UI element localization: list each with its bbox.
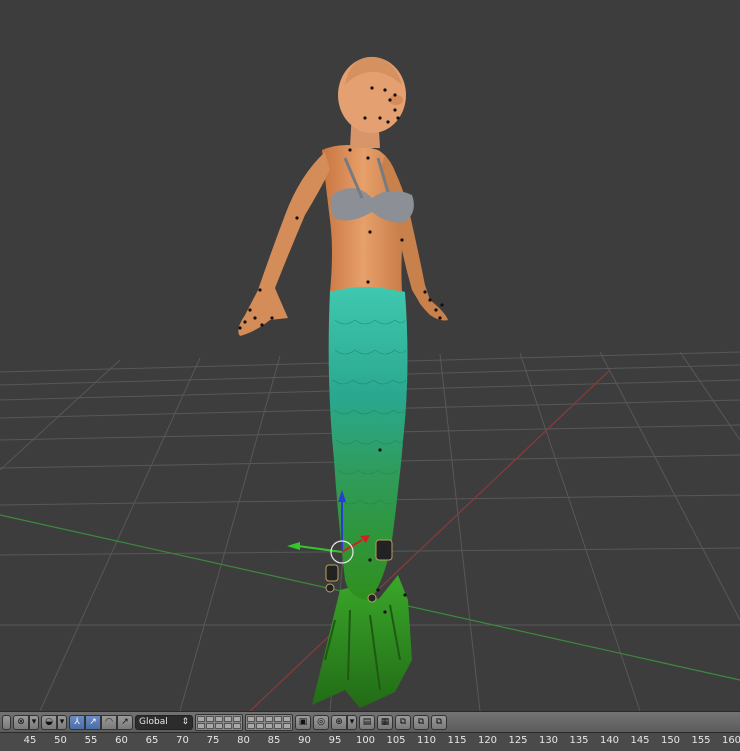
viewport-header: ⊗ ▾ ◒ ▾ ⅄ ↗ ◠ ↗ Global ⇕ ▣ ◎ ⊕ ▾ ▤ ▦ ⧉ ⧉… [0, 711, 740, 732]
pivot-icon[interactable]: ◒ [41, 714, 57, 730]
timeline-tick-label: 135 [569, 735, 589, 746]
timeline-tick-label: 60 [115, 735, 128, 746]
camera-icon[interactable]: ▦ [377, 714, 393, 730]
timeline-tick-label: 100 [355, 735, 376, 746]
timeline-ruler[interactable]: 45 50 55 60 65 70 75 80 85 90 95 100 105 110 115 120 125… [0, 732, 740, 751]
timeline-tick-label: 90 [298, 735, 311, 746]
snap-dropdown-icon[interactable]: ▾ [347, 714, 357, 730]
pose-flip-icon[interactable]: ⧉ [431, 714, 447, 730]
timeline-tick-label: 105 [386, 735, 406, 746]
pose-copy-icon[interactable]: ⧉ [395, 714, 411, 730]
timeline-tick-label: 140 [599, 735, 620, 746]
layers-widget-1[interactable] [195, 713, 243, 731]
shading-dropdown-icon[interactable]: ▾ [29, 714, 39, 730]
proportional-edit-icon[interactable]: ◎ [313, 714, 329, 730]
timeline-tick-label: 150 [660, 735, 681, 746]
timeline-tick-label: 85 [267, 735, 281, 746]
mermaid-left-arm [238, 152, 330, 336]
timeline-tick-label: 50 [54, 735, 67, 746]
translate-icon[interactable]: ↗ [85, 714, 101, 730]
manipulator-group: ⅄ ↗ ◠ ↗ [69, 714, 133, 730]
timeline-tick-label: 120 [477, 735, 498, 746]
transform-orientation-select[interactable]: Global ⇕ [135, 714, 193, 730]
rotate-icon[interactable]: ◠ [101, 714, 117, 730]
pose-paste-icon[interactable]: ⧉ [413, 714, 429, 730]
timeline-tick-label: 145 [630, 735, 650, 746]
shading-icon[interactable]: ⊗ [13, 714, 29, 730]
timeline-tick-label: 160 [721, 735, 740, 746]
timeline-tick-label: 95 [328, 735, 342, 746]
timeline-tick-label: 45 [23, 735, 37, 746]
snap-group: ⊕ ▾ [331, 714, 357, 730]
timeline-tick-label: 75 [206, 735, 220, 746]
timeline-tick-label: 55 [84, 735, 98, 746]
timeline-tick-label: 115 [447, 735, 467, 746]
timeline-tick-label: 155 [691, 735, 711, 746]
layers-widget-2[interactable] [245, 713, 293, 731]
mode-menu[interactable] [2, 714, 11, 730]
lock-icon[interactable]: ▣ [295, 714, 311, 730]
scale-icon[interactable]: ↗ [117, 714, 133, 730]
timeline-tick-label: 125 [508, 735, 528, 746]
manipulator-icon[interactable]: ⅄ [69, 714, 85, 730]
render-icon[interactable]: ▤ [359, 714, 375, 730]
3d-viewport[interactable] [0, 0, 740, 711]
timeline-tick-label: 130 [538, 735, 559, 746]
orientation-value: Global [139, 717, 168, 727]
pivot-dropdown-icon[interactable]: ▾ [57, 714, 67, 730]
viewport-scene [0, 56, 740, 711]
timeline-tick-label: 65 [145, 735, 159, 746]
chevron-down-icon: ⇕ [181, 717, 189, 727]
timeline-tick-label: 80 [237, 735, 250, 746]
viewport-shading-group: ⊗ ▾ [13, 714, 39, 730]
x-axis-line [249, 369, 611, 711]
timeline-tick-label: 110 [416, 735, 437, 746]
timeline-tick-label: 70 [176, 735, 189, 746]
snap-icon[interactable]: ⊕ [331, 714, 347, 730]
pivot-group: ◒ ▾ [41, 714, 67, 730]
